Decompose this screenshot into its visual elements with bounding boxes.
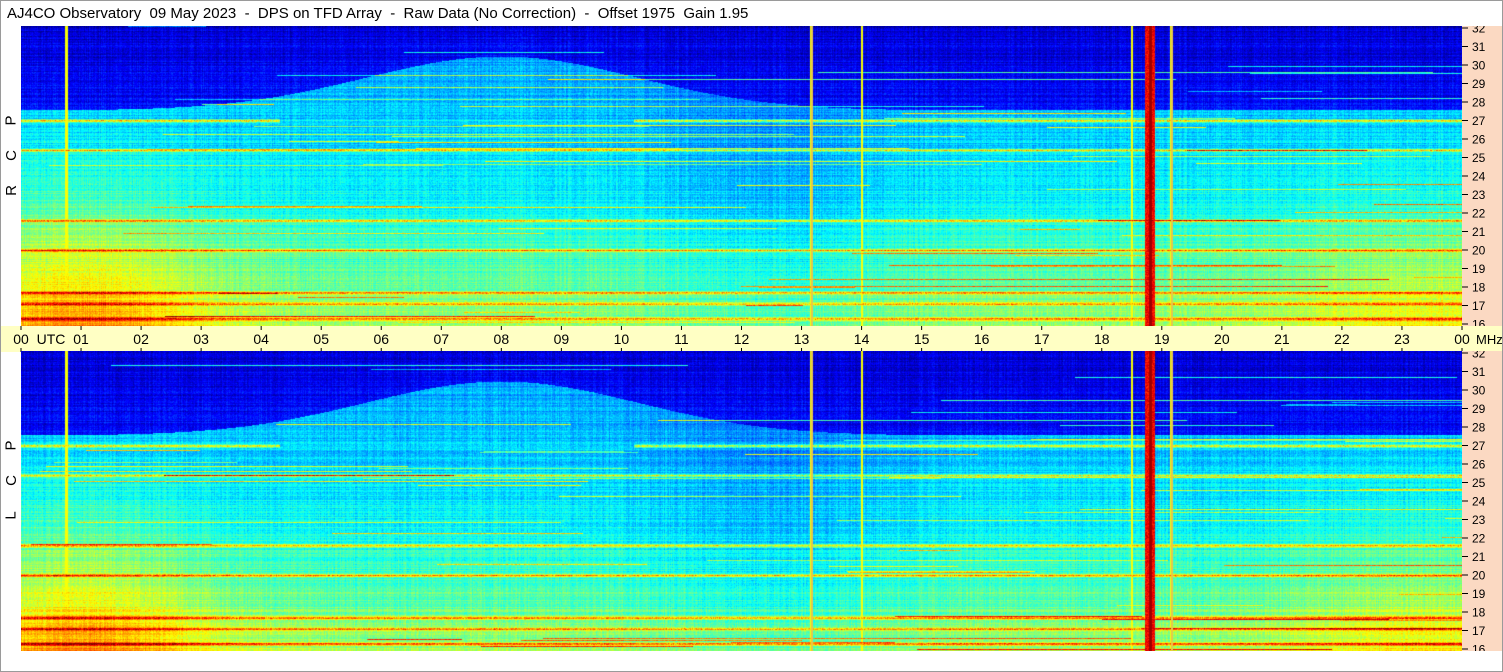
freq-tick-label: 21: [1472, 550, 1486, 564]
time-tick-label: 16: [974, 331, 990, 347]
freq-tick-label: 28: [1472, 96, 1486, 110]
freq-tick-label: 18: [1472, 281, 1486, 295]
time-tick-label: 09: [554, 331, 570, 347]
freq-tick-label: 19: [1472, 262, 1486, 276]
time-tick-label: 08: [494, 331, 510, 347]
time-tick-label: 03: [193, 331, 209, 347]
time-tick-label: 00: [13, 331, 29, 347]
time-tick-label: 00: [1454, 331, 1470, 347]
freq-axis-svg-rcp: 16 17 18 19 20 21 22 23 24 25 26 27 28 29 30 31 32: [1462, 22, 1486, 332]
spectrogram-canvas-rcp: [21, 26, 1462, 326]
freq-tick-label: 24: [1472, 170, 1486, 184]
time-tick-label: 10: [614, 331, 630, 347]
time-tick-label: 07: [434, 331, 450, 347]
spectrogram-panel-lcp: [21, 351, 1462, 651]
spectrogram-frame: AJ4CO Observatory 09 May 2023 - DPS on T…: [0, 0, 1503, 672]
freq-tick-label: 19: [1472, 587, 1486, 601]
freq-tick-label: 23: [1472, 188, 1486, 202]
freq-tick-label: 17: [1472, 624, 1486, 638]
freq-tick-label: 16: [1472, 643, 1486, 652]
freq-tick-label: 20: [1472, 244, 1486, 258]
time-tick-label: 17: [1034, 331, 1050, 347]
time-tick-label: 22: [1334, 331, 1350, 347]
time-tick-label: 23: [1394, 331, 1410, 347]
chart-title: AJ4CO Observatory 09 May 2023 - DPS on T…: [7, 5, 749, 22]
freq-tick-label: 17: [1472, 299, 1486, 313]
spectrogram-panel-rcp: [21, 26, 1462, 326]
time-tick-label: 11: [674, 331, 689, 347]
time-tick-label: 06: [373, 331, 389, 347]
freq-tick-label: 25: [1472, 476, 1486, 490]
time-axis-svg: 00 01 02 03 04 05 06 07 08 09 10 11 12 13 14 15 16 17 18 19…: [13, 326, 1503, 352]
freq-tick-label: 29: [1472, 402, 1486, 416]
time-tick-label: 19: [1154, 331, 1170, 347]
freq-tick-label: 18: [1472, 606, 1486, 620]
freq-tick-label: 26: [1472, 133, 1486, 147]
time-tick-label: 14: [854, 331, 870, 347]
time-tick-label: 12: [734, 331, 750, 347]
time-tick-label: 04: [253, 331, 269, 347]
time-unit-label: UTC: [37, 331, 66, 347]
freq-tick-label: 32: [1472, 351, 1486, 361]
freq-tick-label: 27: [1472, 114, 1486, 128]
freq-tick-label: 21: [1472, 225, 1486, 239]
time-tick-label: 02: [133, 331, 149, 347]
freq-tick-label: 32: [1472, 26, 1486, 36]
time-axis-band: 00 01 02 03 04 05 06 07 08 09 10 11 12 13 14 15 16 17 18 19…: [1, 326, 1503, 352]
time-tick-label: 21: [1274, 331, 1290, 347]
freq-axis-svg-lcp: 16 17 18 19 20 21 22 23 24 25 26 27 28 29 30 31 32: [1462, 347, 1486, 657]
time-tick-label: 20: [1214, 331, 1230, 347]
freq-tick-label: 23: [1472, 513, 1486, 527]
time-tick-label: 01: [73, 331, 89, 347]
freq-tick-label: 31: [1472, 40, 1486, 54]
freq-tick-label: 27: [1472, 439, 1486, 453]
freq-tick-label: 31: [1472, 365, 1486, 379]
freq-tick-label: 25: [1472, 151, 1486, 165]
panel-2-polarization-label: P C L: [1, 428, 21, 533]
freq-tick-label: 26: [1472, 458, 1486, 472]
freq-tick-label: 28: [1472, 421, 1486, 435]
freq-tick-label: 22: [1472, 532, 1486, 546]
freq-axis-rcp: 16 17 18 19 20 21 22 23 24 25 26 27 28 29 30 31 32: [1462, 22, 1502, 332]
freq-unit-label: MHz: [1476, 332, 1502, 347]
freq-tick-label: 29: [1472, 77, 1486, 91]
time-tick-label: 15: [914, 331, 930, 347]
time-tick-label: 13: [794, 331, 810, 347]
spectrogram-canvas-lcp: [21, 351, 1462, 651]
freq-tick-label: 30: [1472, 384, 1486, 398]
time-tick-label: 05: [313, 331, 329, 347]
freq-tick-label: 22: [1472, 207, 1486, 221]
time-tick-label: 18: [1094, 331, 1110, 347]
freq-axis-lcp: 16 17 18 19 20 21 22 23 24 25 26 27 28 29 30 31 32: [1462, 347, 1502, 657]
freq-tick-label: 24: [1472, 495, 1486, 509]
freq-tick-label: 30: [1472, 59, 1486, 73]
freq-tick-label: 20: [1472, 569, 1486, 583]
freq-tick-label: 16: [1472, 318, 1486, 327]
panel-1-polarization-label: P C R: [1, 103, 21, 208]
